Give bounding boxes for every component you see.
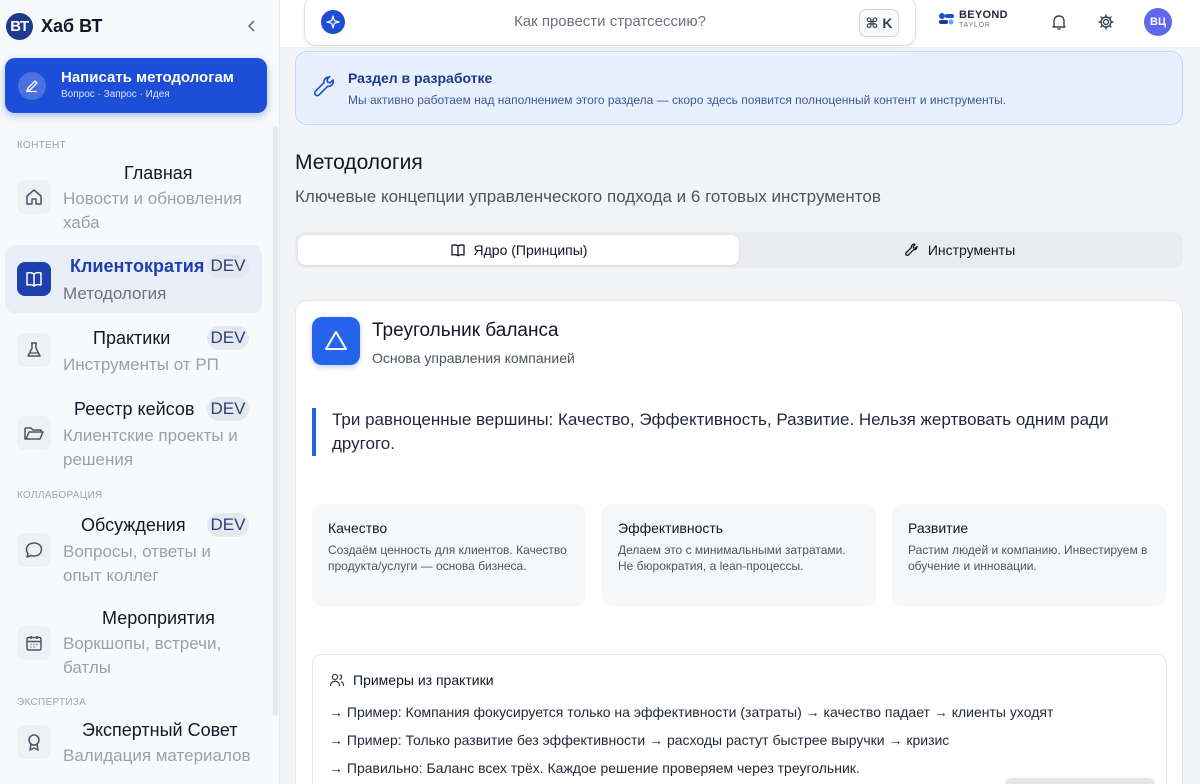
sidebar-item-practices[interactable]: Практики DEV Инструменты от РП <box>5 318 262 380</box>
search-bar[interactable]: Как провести стратсессию? ⌘ K <box>304 0 916 46</box>
beyond-logo-icon <box>936 10 956 30</box>
sidebar-item-cases[interactable]: Реестр кейсов DEV Клиентские проекты и р… <box>5 389 262 473</box>
gear-icon[interactable] <box>1095 11 1117 33</box>
topbar: Как провести стратсессию? ⌘ K BEYOND TAY… <box>280 0 1200 48</box>
banner-title: Раздел в разработке <box>348 70 493 86</box>
example-line: → Правильно: Баланс всех трёх. Каждое ре… <box>329 760 860 776</box>
dev-badge: DEV <box>207 254 249 278</box>
pillar-title: Развитие <box>908 520 969 536</box>
partner-name: BEYOND <box>959 9 1008 21</box>
sidebar-item-title: Обсуждения <box>81 515 186 535</box>
pillar-text: Создаём ценность для клиентов. Качество … <box>328 543 567 573</box>
triangle-icon <box>312 317 360 365</box>
sidebar-item-subtitle: Методология <box>63 284 167 303</box>
partner-tag: TAYLOR <box>959 22 991 29</box>
card-title: Треугольник баланса <box>372 320 559 341</box>
sidebar-item-expert-council[interactable]: Экспертный Совет Валидация материалов <box>5 711 262 781</box>
pillar-title: Эффективность <box>618 520 724 536</box>
partner-logo[interactable]: BEYOND TAYLOR <box>936 10 1008 30</box>
brand-name: Хаб ВТ <box>41 15 103 36</box>
sidebar-item-subtitle: Вопросы, ответы и опыт коллег <box>63 542 211 585</box>
sidebar-item-clientocracy[interactable]: Клиентократия DEV Методология <box>5 245 262 313</box>
sidebar-scrollbar[interactable] <box>273 126 278 716</box>
page-subtitle: Ключевые концепции управленческого подхо… <box>295 187 881 206</box>
sidebar-item-subtitle: Инструменты от РП <box>63 355 219 374</box>
calendar-icon <box>17 626 51 660</box>
tab-label: Ядро (Принципы) <box>473 242 588 258</box>
page-title: Методология <box>295 151 423 174</box>
pillar-text: Делаем это с минимальными затратами. Не … <box>618 543 846 573</box>
write-methodologists-button[interactable]: Написать методологам Вопрос · Запрос · И… <box>5 58 267 113</box>
chat-icon <box>17 533 51 567</box>
sidebar-item-home[interactable]: Главная Новости и обновления хаба <box>5 160 262 240</box>
search-placeholder: Как провести стратсессию? <box>514 13 706 30</box>
pillar-text: Растим людей и компанию. Инвестируем в о… <box>908 543 1148 573</box>
sidebar-item-events[interactable]: Мероприятия Воркшопы, встречи, батлы <box>5 598 262 682</box>
sidebar-item-title: Главная <box>124 163 193 183</box>
flask-icon <box>17 333 51 367</box>
principle-card: Треугольник баланса Основа управления ко… <box>295 300 1183 784</box>
folder-icon <box>17 416 51 450</box>
wrench-icon <box>310 72 340 102</box>
avatar[interactable]: ВЦ <box>1144 8 1172 36</box>
shortcut-hint: ⌘ K <box>859 9 899 37</box>
example-line: → Пример: Только развитие без эффективно… <box>329 732 950 748</box>
sidebar-item-title: Реестр кейсов <box>74 399 195 419</box>
tabs: Ядро (Принципы) Инструменты <box>295 232 1183 268</box>
chevron-left-icon[interactable] <box>244 16 260 36</box>
dev-badge: DEV <box>207 326 249 350</box>
book-icon <box>17 262 51 296</box>
brand-logo: ВТ <box>6 12 33 40</box>
tab-label: Инструменты <box>927 242 1016 258</box>
tab-core[interactable]: Ядро (Принципы) <box>298 235 739 265</box>
write-subtitle: Вопрос · Запрос · Идея <box>61 88 170 100</box>
write-title: Написать методологам <box>61 68 234 86</box>
sidebar: ВТ Хаб ВТ Написать методологам Вопрос · … <box>0 0 280 784</box>
sidebar-item-title: Мероприятия <box>102 608 215 628</box>
card-subtitle: Основа управления компанией <box>372 350 575 366</box>
section-label-expertise: ЭКСПЕРТИЗА <box>17 697 87 708</box>
sidebar-item-subtitle: Воркшопы, встречи, батлы <box>63 634 222 677</box>
floating-action[interactable] <box>1005 778 1155 784</box>
pillar-card: Качество Создаём ценность для клиентов. … <box>312 504 586 606</box>
sidebar-item-discussions[interactable]: Обсуждения DEV Вопросы, ответы и опыт ко… <box>5 505 262 589</box>
principle-quote: Три равноценные вершины: Качество, Эффек… <box>312 408 1142 456</box>
sidebar-item-subtitle: Новости и обновления хаба <box>63 189 242 232</box>
example-line: → Пример: Компания фокусируется только н… <box>329 704 1054 720</box>
sidebar-item-subtitle: Валидация материалов <box>63 746 251 765</box>
bell-icon[interactable] <box>1048 11 1070 33</box>
users-icon <box>329 672 345 688</box>
tab-tools[interactable]: Инструменты <box>739 235 1180 265</box>
pencil-icon <box>18 71 46 100</box>
dev-badge: DEV <box>207 397 249 421</box>
dev-banner: Раздел в разработке Мы активно работаем … <box>295 51 1183 125</box>
sidebar-item-title: Практики <box>93 328 171 348</box>
brand[interactable]: ВТ Хаб ВТ <box>6 11 102 41</box>
banner-text: Мы активно работаем над наполнением этог… <box>348 93 1007 107</box>
sidebar-item-subtitle: Клиентские проекты и решения <box>63 426 238 469</box>
pillar-card: Развитие Растим людей и компанию. Инвест… <box>892 504 1166 606</box>
pillar-title: Качество <box>328 520 388 536</box>
wrench-icon <box>904 242 920 258</box>
book-icon <box>450 242 466 258</box>
pillar-card: Эффективность Делаем это с минимальными … <box>602 504 876 606</box>
sidebar-item-title: Клиентократия <box>70 256 205 276</box>
section-label-collab: КОЛЛАБОРАЦИЯ <box>17 490 103 501</box>
examples-heading-text: Примеры из практики <box>353 672 494 688</box>
sidebar-item-title: Экспертный Совет <box>82 720 238 740</box>
award-icon <box>17 725 51 759</box>
examples-heading: Примеры из практики <box>329 672 494 688</box>
section-label-content: КОНТЕНТ <box>17 140 66 151</box>
home-icon <box>17 180 51 214</box>
examples-box: Примеры из практики → Пример: Компания ф… <box>312 654 1167 784</box>
dev-badge: DEV <box>207 513 249 537</box>
